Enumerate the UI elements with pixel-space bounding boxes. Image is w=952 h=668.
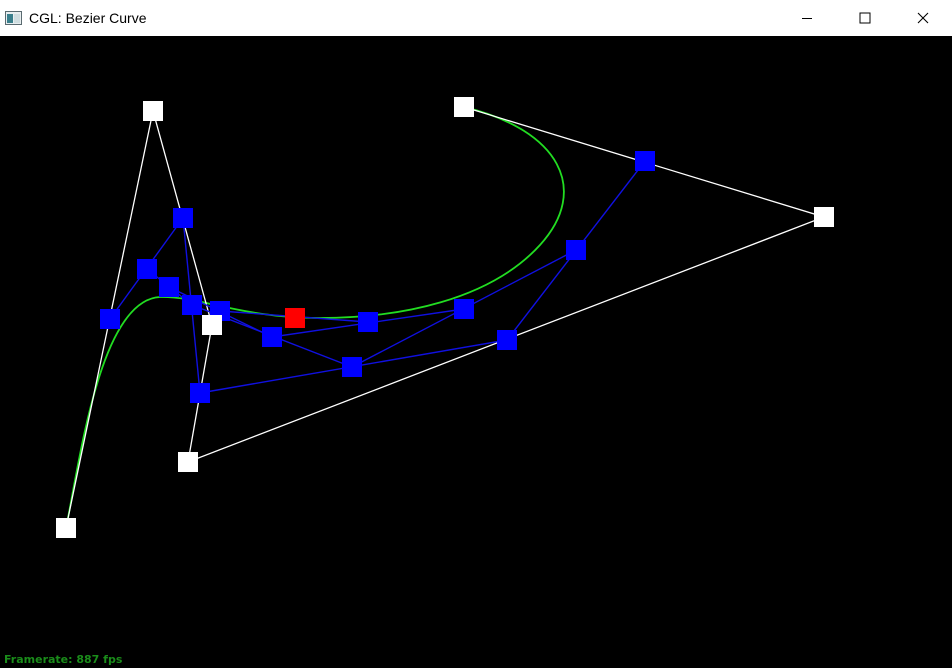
intermediate-point[interactable] bbox=[137, 259, 157, 279]
render-canvas[interactable]: Framerate: 887 fps bbox=[0, 36, 952, 668]
intermediate-point[interactable] bbox=[342, 357, 362, 377]
intermediate-point[interactable] bbox=[262, 327, 282, 347]
title-bar[interactable]: CGL: Bezier Curve bbox=[0, 0, 952, 36]
minimize-icon bbox=[802, 18, 812, 19]
minimize-button[interactable] bbox=[778, 0, 836, 36]
maximize-icon bbox=[859, 12, 871, 24]
intermediate-points bbox=[100, 151, 655, 403]
intermediate-point[interactable] bbox=[497, 330, 517, 350]
control-point[interactable] bbox=[178, 452, 198, 472]
intermediate-point[interactable] bbox=[635, 151, 655, 171]
intermediate-point[interactable] bbox=[173, 208, 193, 228]
intermediate-point[interactable] bbox=[566, 240, 586, 260]
control-point[interactable] bbox=[143, 101, 163, 121]
intermediate-point[interactable] bbox=[182, 295, 202, 315]
intermediate-point[interactable] bbox=[358, 312, 378, 332]
maximize-button[interactable] bbox=[836, 0, 894, 36]
control-point[interactable] bbox=[814, 207, 834, 227]
bezier-scene bbox=[56, 97, 834, 538]
framerate-label: Framerate: 887 fps bbox=[4, 653, 123, 666]
control-point[interactable] bbox=[56, 518, 76, 538]
close-button[interactable] bbox=[894, 0, 952, 36]
app-window: CGL: Bezier Curve Framerate: 887 fps bbox=[0, 0, 952, 668]
level1-lines bbox=[109, 160, 646, 394]
intermediate-point[interactable] bbox=[454, 299, 474, 319]
window-controls bbox=[778, 0, 952, 36]
window-title: CGL: Bezier Curve bbox=[29, 10, 147, 26]
close-icon bbox=[917, 12, 929, 24]
construction-lines bbox=[109, 160, 646, 394]
control-point[interactable] bbox=[202, 315, 222, 335]
app-window-icon bbox=[5, 11, 22, 25]
control-point[interactable] bbox=[454, 97, 474, 117]
intermediate-point[interactable] bbox=[100, 309, 120, 329]
intermediate-point[interactable] bbox=[159, 277, 179, 297]
intermediate-point[interactable] bbox=[190, 383, 210, 403]
evaluated-point[interactable] bbox=[285, 308, 305, 328]
control-points bbox=[56, 97, 834, 538]
